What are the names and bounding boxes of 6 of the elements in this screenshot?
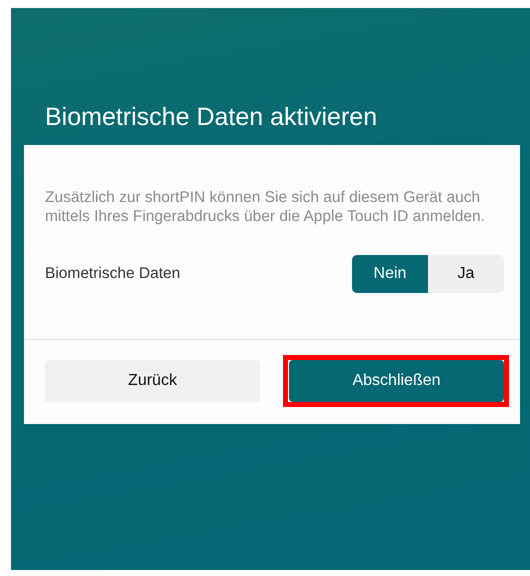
finish-button[interactable]: Abschließen xyxy=(289,360,504,402)
page-title: Biometrische Daten aktivieren xyxy=(45,102,378,132)
toggle-option[interactable]: Nein xyxy=(352,255,428,293)
back-button[interactable]: Zurück xyxy=(45,360,260,402)
setting-label: Biometrische Daten xyxy=(45,265,180,283)
description-text: Zusätzlich zur shortPIN können Sie sich auf diesem Gerät auch mittels Ihres Fingerabdrucks über die Apple Touch ID anmelden. xyxy=(45,188,486,226)
